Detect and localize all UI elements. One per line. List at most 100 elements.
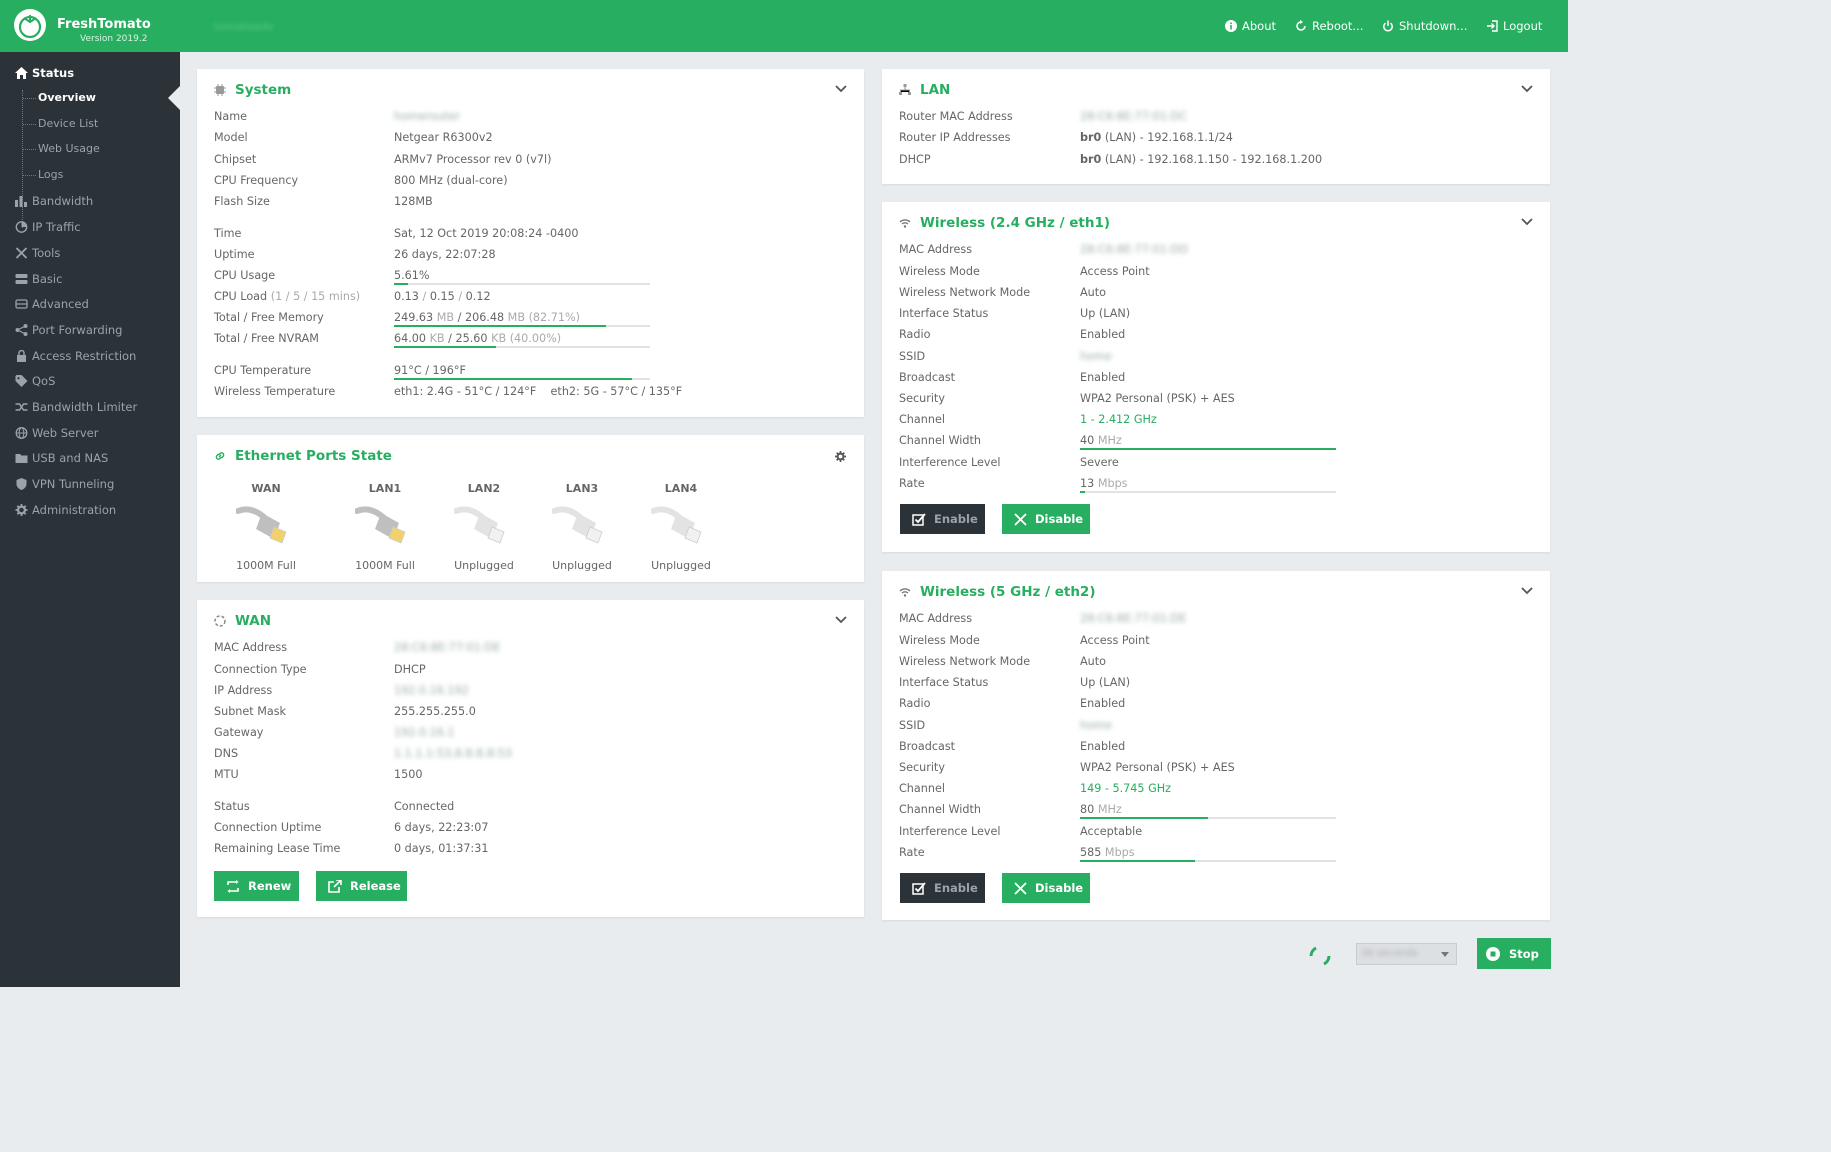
progress-fill xyxy=(394,283,409,285)
disable-button[interactable]: Disable xyxy=(1002,873,1090,903)
about-link[interactable]: About xyxy=(1225,19,1276,33)
unit: Mbps xyxy=(1097,477,1128,490)
field-value: Enabled xyxy=(1080,328,1126,341)
field-value: 26 days, 22:07:28 xyxy=(394,248,496,261)
chevron-down-icon[interactable] xyxy=(1521,218,1533,226)
unit: KB xyxy=(429,332,445,345)
field-value: 800 MHz (dual-core) xyxy=(394,174,508,187)
sidebar-item-bandwidth-limiter[interactable]: Bandwidth Limiter xyxy=(0,395,180,419)
sidebar-item-label: Access Restriction xyxy=(32,349,137,363)
sidebar-item-administration[interactable]: Administration xyxy=(0,498,180,522)
stop-button[interactable]: Stop xyxy=(1477,938,1551,969)
field-label: Broadcast xyxy=(899,740,956,753)
app-name: FreshTomato xyxy=(57,17,151,32)
lan-card-title: LAN xyxy=(899,82,950,98)
enable-button[interactable]: Enable xyxy=(900,873,985,903)
gear-icon xyxy=(15,504,28,516)
field-value: Acceptable xyxy=(1080,825,1143,838)
field-value: 1.1.1.1:53,8.8.8.8:53 xyxy=(394,747,512,760)
release-button[interactable]: Release xyxy=(316,871,407,901)
field-label: Channel xyxy=(899,782,945,795)
disable-button[interactable]: Disable xyxy=(1002,504,1090,534)
sidebar-item-vpn[interactable]: VPN Tunneling xyxy=(0,472,180,496)
tools-icon xyxy=(15,247,28,259)
cpu-usage-bar xyxy=(394,283,650,285)
sidebar-item-label: Bandwidth Limiter xyxy=(32,400,138,414)
separator: / xyxy=(458,290,463,303)
sidebar-item-bandwidth[interactable]: Bandwidth xyxy=(0,189,180,213)
sidebar-item-label: Tools xyxy=(32,246,61,260)
sidebar-sub-logs[interactable]: Logs xyxy=(38,166,63,184)
progress-fill xyxy=(394,378,633,380)
sidebar-item-label: IP Traffic xyxy=(32,220,81,234)
chevron-down-icon[interactable] xyxy=(1521,85,1533,93)
unit: MB xyxy=(507,311,525,324)
sidebar-item-port-forwarding[interactable]: Port Forwarding xyxy=(0,318,180,342)
sidebar-sub-web-usage[interactable]: Web Usage xyxy=(38,140,100,158)
field-label: Chipset xyxy=(214,153,257,166)
gear-icon[interactable] xyxy=(835,451,846,462)
logout-link[interactable]: Logout xyxy=(1486,19,1542,33)
button-label: Enable xyxy=(934,881,978,895)
shield-icon xyxy=(16,478,27,490)
width-bar xyxy=(1080,817,1336,819)
sidebar-item-advanced[interactable]: Advanced xyxy=(0,292,180,316)
tomato-logo-icon[interactable] xyxy=(14,9,46,41)
unit: Mbps xyxy=(1104,846,1135,859)
nvram-bar xyxy=(394,346,650,348)
shutdown-link[interactable]: Shutdown... xyxy=(1382,19,1467,33)
port-status: Unplugged xyxy=(454,559,514,572)
field-value: Access Point xyxy=(1080,265,1150,278)
reboot-link[interactable]: Reboot... xyxy=(1295,19,1363,33)
tree-tick xyxy=(23,124,36,125)
chevron-down-icon[interactable] xyxy=(835,85,847,93)
load-5: 0.15 xyxy=(429,290,455,303)
sidebar-item-tools[interactable]: Tools xyxy=(0,241,180,265)
sidebar-item-qos[interactable]: QoS xyxy=(0,369,180,393)
nvram-total: 64.00 xyxy=(394,332,427,345)
sidebar-item-basic[interactable]: Basic xyxy=(0,267,180,291)
field-label: Router MAC Address xyxy=(899,110,1013,123)
refresh-interval-select[interactable]: 30 seconds xyxy=(1356,943,1457,965)
field-label: SSID xyxy=(899,719,926,732)
field-label: Remaining Lease Time xyxy=(214,842,341,855)
sidebar-sub-device-list[interactable]: Device List xyxy=(38,115,98,133)
wireless-card-title: Wireless (5 GHz / eth2) xyxy=(899,584,1096,600)
system-card: System Name homerouter Model Netgear R6300… xyxy=(197,69,864,417)
bar-value: 80 xyxy=(1080,803,1095,816)
loading-spinner-icon xyxy=(1309,946,1331,966)
sidebar-sub-overview[interactable]: Overview xyxy=(38,89,96,107)
field-value: 1500 xyxy=(394,768,423,781)
field-value: 80 MHz xyxy=(1080,803,1122,816)
memory-pct: (82.71%) xyxy=(528,311,580,324)
field-label: MAC Address xyxy=(899,243,973,256)
sidebar-item-usb-nas[interactable]: USB and NAS xyxy=(0,446,180,470)
about-label: About xyxy=(1242,19,1277,33)
chevron-down-icon[interactable] xyxy=(1521,587,1533,595)
sidebar-item-ip-traffic[interactable]: IP Traffic xyxy=(0,215,180,239)
chevron-down-icon[interactable] xyxy=(835,616,847,624)
wifi-icon xyxy=(899,219,911,228)
enable-button[interactable]: Enable xyxy=(900,504,985,534)
field-label: DHCP xyxy=(899,153,931,166)
tree-tick xyxy=(23,149,36,150)
field-label: MAC Address xyxy=(214,641,288,654)
field-value: Up (LAN) xyxy=(1080,676,1131,689)
field-label: Wireless Temperature xyxy=(214,385,336,398)
external-link-icon xyxy=(328,879,342,893)
selected-option: 30 seconds xyxy=(1361,948,1418,959)
sidebar-item-status[interactable]: Status xyxy=(0,61,180,85)
sidebar-item-label: Port Forwarding xyxy=(32,323,123,337)
section-title: Wireless (5 GHz / eth2) xyxy=(920,584,1096,600)
wifi-icon xyxy=(899,588,911,597)
sitemap-icon xyxy=(899,84,911,95)
field-value: 28:C6:8E:77:01:DE xyxy=(1080,612,1187,625)
cpu-load-intervals: (1 / 5 / 15 mins) xyxy=(270,290,361,303)
checkbox-icon xyxy=(912,881,926,895)
sidebar-item-access-restriction[interactable]: Access Restriction xyxy=(0,344,180,368)
field-value: Sat, 12 Oct 2019 20:08:24 -0400 xyxy=(394,227,579,240)
sidebar-item-web-server[interactable]: Web Server xyxy=(0,421,180,445)
field-label: Rate xyxy=(899,477,925,490)
info-icon xyxy=(1225,20,1237,32)
renew-button[interactable]: Renew xyxy=(214,871,299,901)
